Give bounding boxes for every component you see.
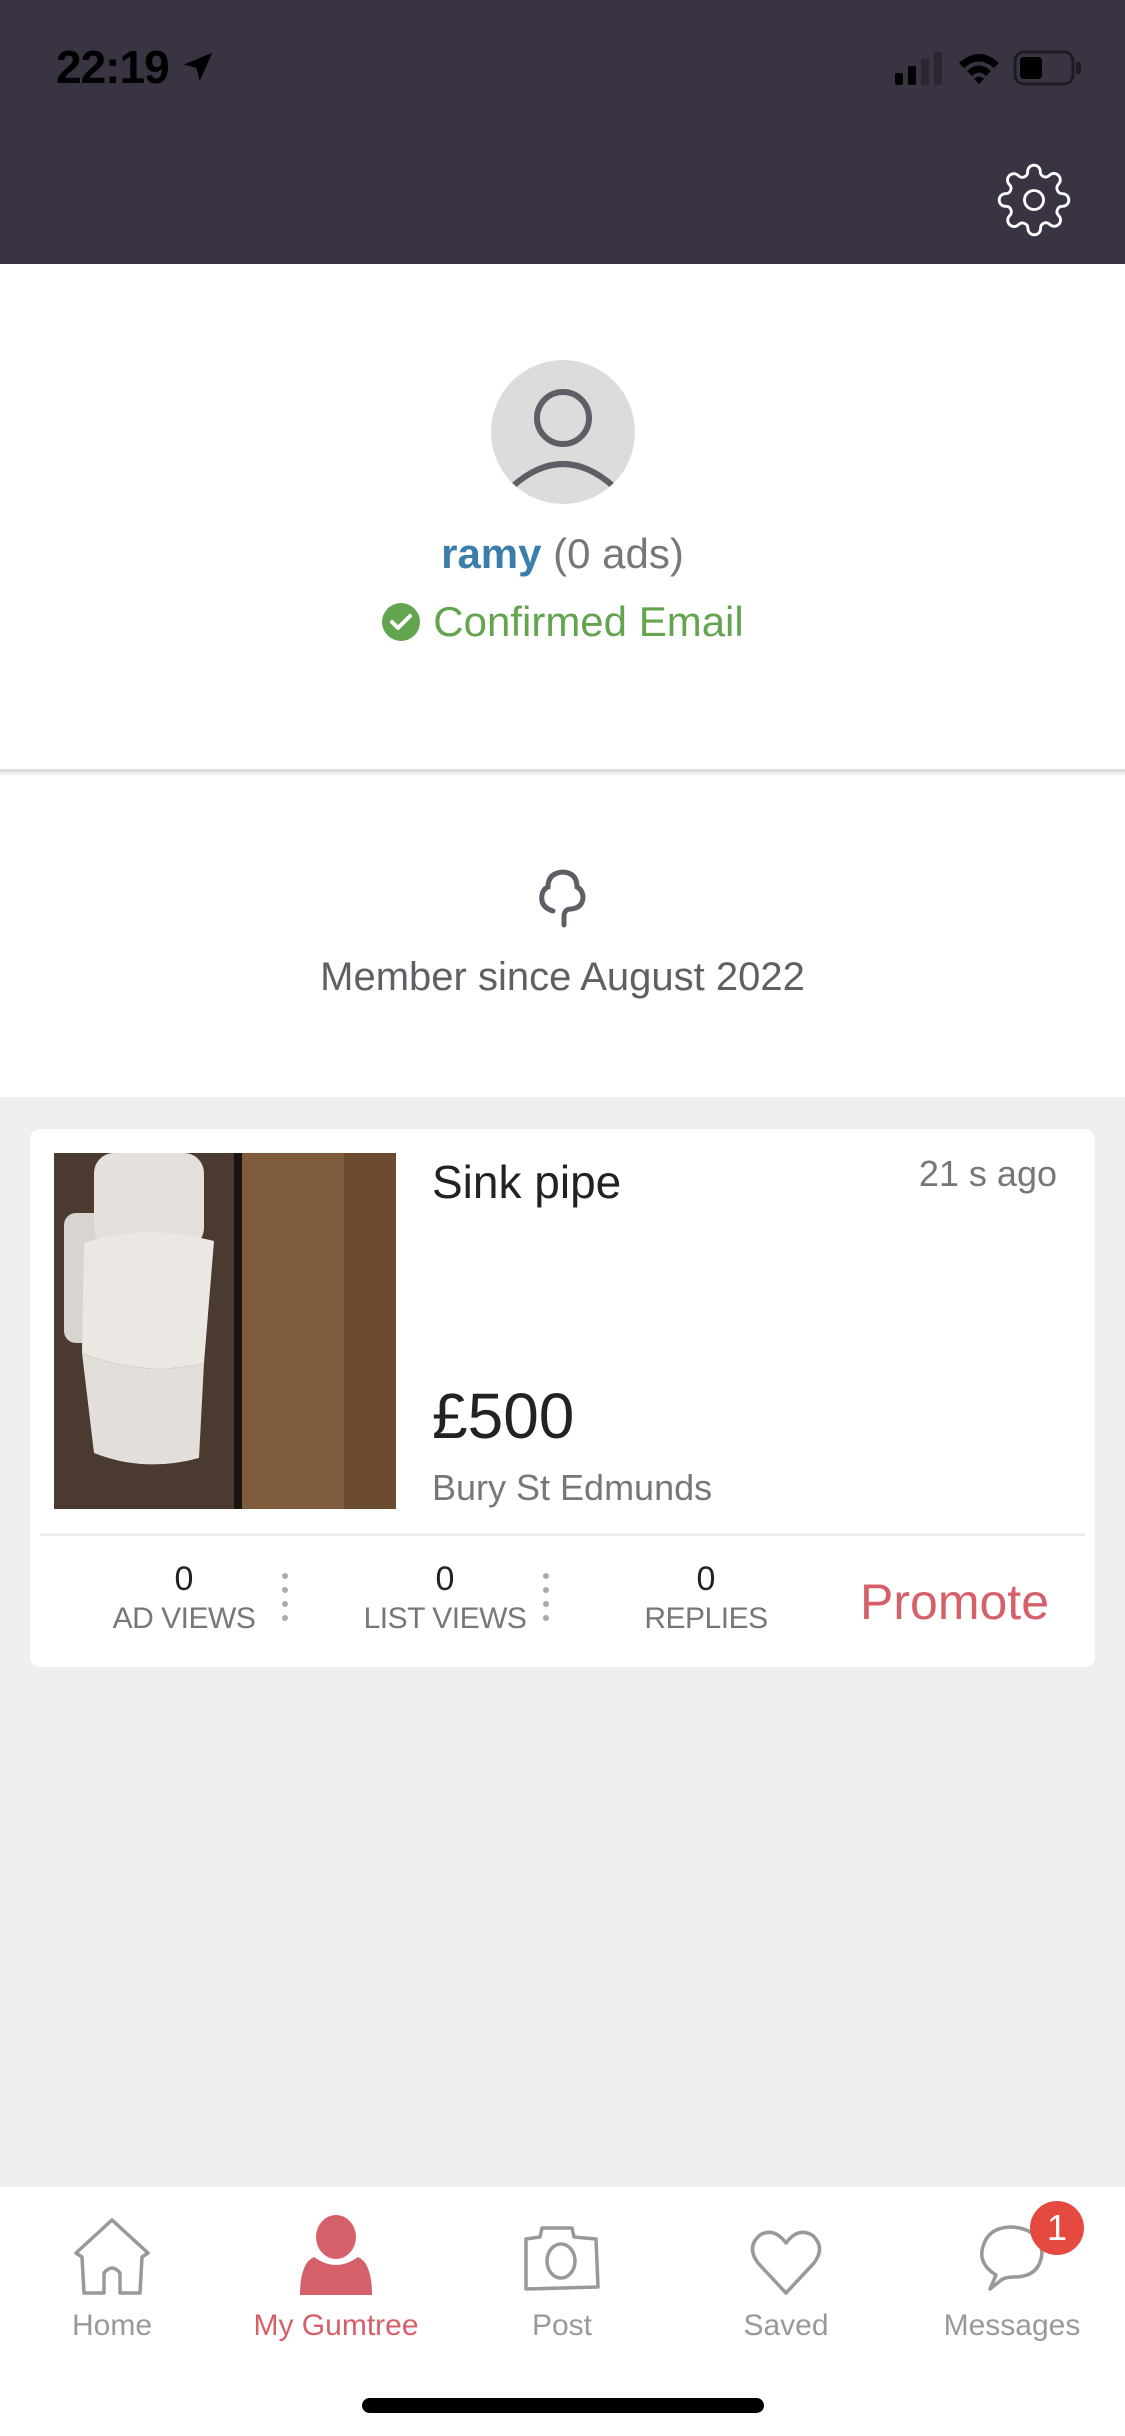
ad-posted-time: 21 s ago <box>918 1153 1057 1194</box>
tab-saved[interactable]: Saved <box>686 2205 886 2343</box>
tab-messages[interactable]: 1 Messages <box>912 2201 1112 2343</box>
ads-count: (0 ads) <box>553 530 684 577</box>
stat-value: 0 <box>174 1560 194 1598</box>
stat-value: 0 <box>435 1560 455 1598</box>
ad-photo <box>54 1153 396 1509</box>
status-bar-time: 22:19 <box>56 40 217 94</box>
tab-label: Post <box>531 2309 593 2342</box>
promote-button[interactable]: Promote <box>860 1573 1049 1631</box>
user-name-line: ramy (0 ads) <box>0 530 1125 578</box>
tab-label: Messages <box>943 2309 1081 2342</box>
battery-icon <box>1013 50 1081 86</box>
tab-label: Home <box>71 2309 153 2342</box>
time-text: 22:19 <box>56 41 170 93</box>
ad-thumbnail[interactable] <box>54 1153 396 1509</box>
ad-stats: 0 AD VIEWS 0 LIST VIEWS 0 REPLIES Promot… <box>30 1559 1095 1649</box>
stat-label: LIST VIEWS <box>363 1602 527 1635</box>
stat-separator <box>282 1573 288 1623</box>
stat-separator <box>543 1573 549 1623</box>
avatar[interactable] <box>491 360 635 504</box>
member-since-section: Member since August 2022 <box>0 775 1125 1097</box>
stat-ad-views: 0 AD VIEWS <box>74 1559 294 1639</box>
confirmed-email-badge: Confirmed Email <box>0 598 1125 646</box>
ad-card[interactable]: Sink pipe 21 s ago £500 Bury St Edmunds … <box>30 1129 1095 1667</box>
tab-home[interactable]: Home <box>12 2205 212 2343</box>
app-header: 22:19 <box>0 0 1125 264</box>
status-icons <box>893 50 1083 86</box>
user-avatar-icon <box>511 389 615 489</box>
ad-title[interactable]: Sink pipe <box>432 1155 621 1209</box>
stat-replies: 0 REPLIES <box>596 1559 816 1639</box>
stat-value: 0 <box>696 1560 716 1598</box>
ad-price: £500 <box>432 1380 575 1452</box>
stat-list-views: 0 LIST VIEWS <box>335 1559 555 1639</box>
stat-label: AD VIEWS <box>112 1602 256 1635</box>
check-circle-icon <box>382 603 421 641</box>
camera-icon <box>524 2226 600 2291</box>
ad-divider <box>40 1533 1085 1536</box>
tab-label: My Gumtree <box>253 2309 419 2342</box>
ad-location: Bury St Edmunds <box>432 1467 713 1508</box>
messages-badge: 1 <box>1030 2201 1084 2255</box>
confirmed-email-label: Confirmed Email <box>433 598 744 645</box>
tab-my-gumtree[interactable]: My Gumtree <box>236 2205 436 2343</box>
tab-post[interactable]: Post <box>462 2205 662 2343</box>
location-arrow-icon <box>183 52 212 82</box>
cellular-signal-icon <box>895 52 942 85</box>
username[interactable]: ramy <box>441 530 541 577</box>
settings-button[interactable] <box>996 162 1072 238</box>
gumtree-tree-icon <box>539 869 586 928</box>
home-icon <box>74 2218 150 2295</box>
heart-icon <box>750 2230 822 2295</box>
home-indicator[interactable] <box>362 2398 764 2413</box>
stat-label: REPLIES <box>644 1602 768 1635</box>
tab-label: Saved <box>743 2309 829 2342</box>
profile-section: ramy (0 ads) Confirmed Email <box>0 264 1125 772</box>
gear-icon <box>997 163 1071 237</box>
user-icon <box>300 2215 372 2295</box>
wifi-icon <box>959 54 999 84</box>
member-since-text: Member since August 2022 <box>320 955 805 999</box>
